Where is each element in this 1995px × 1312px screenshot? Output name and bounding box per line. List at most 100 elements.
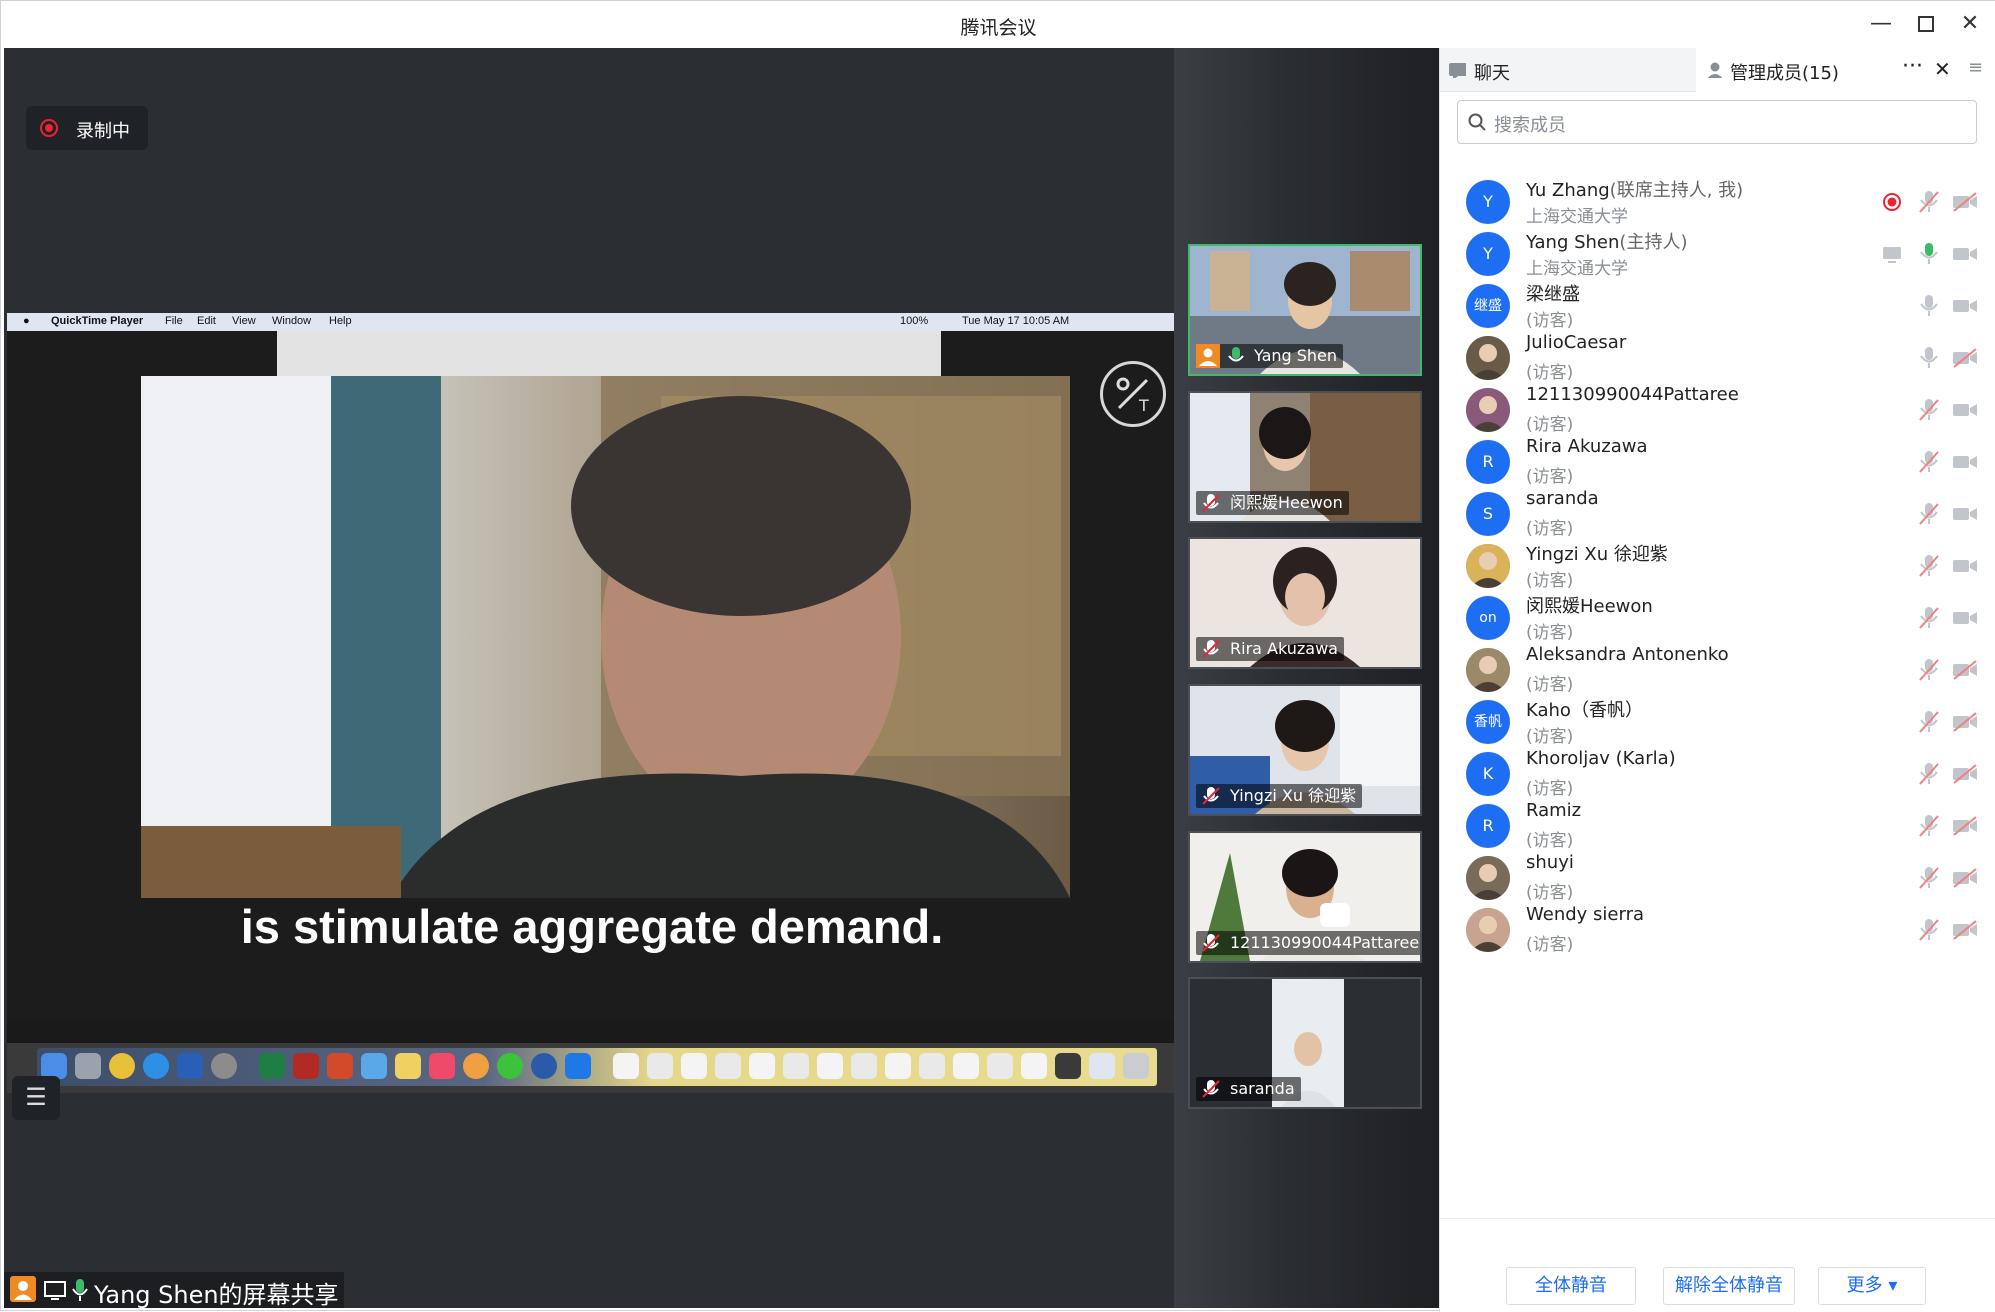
chrome-icon[interactable] bbox=[109, 1053, 135, 1079]
wechat-icon[interactable] bbox=[497, 1053, 523, 1079]
video-tile-pattaree[interactable]: 121130990044Pattaree bbox=[1188, 831, 1422, 963]
panel-footer: 全体静音 解除全体静音 更多 ▾ bbox=[1440, 1218, 1995, 1312]
document-thumbnail-icon[interactable] bbox=[749, 1053, 775, 1079]
camera-icon[interactable] bbox=[1952, 400, 1978, 420]
document-thumbnail-icon[interactable] bbox=[1055, 1053, 1081, 1079]
panel-menu-icon[interactable]: ≡ bbox=[1968, 57, 1983, 78]
more-button[interactable]: 更多 ▾ bbox=[1818, 1267, 1926, 1305]
participant-gallery: Yang Shen 闵熙媛Heewon Rira Akuzawa Yingzi … bbox=[1174, 48, 1439, 1308]
fullscreen-toggle-icon[interactable]: T bbox=[1100, 361, 1166, 427]
tencent-meeting-dock-icon[interactable] bbox=[565, 1053, 591, 1079]
mic-muted-icon[interactable] bbox=[1918, 658, 1940, 682]
document-thumbnail-icon[interactable] bbox=[885, 1053, 911, 1079]
document-thumbnail-icon[interactable] bbox=[681, 1053, 707, 1079]
safari-icon[interactable] bbox=[143, 1053, 169, 1079]
trash-icon[interactable] bbox=[1123, 1053, 1149, 1079]
mic-muted-icon[interactable] bbox=[1918, 814, 1940, 838]
document-thumbnail-icon[interactable] bbox=[647, 1053, 673, 1079]
downloads-icon[interactable] bbox=[1089, 1053, 1115, 1079]
excel-icon[interactable] bbox=[259, 1053, 285, 1079]
member-avatar: R bbox=[1466, 440, 1510, 484]
video-tile-rira-akuzawa[interactable]: Rira Akuzawa bbox=[1188, 537, 1422, 669]
document-thumbnail-icon[interactable] bbox=[613, 1053, 639, 1079]
minimize-icon[interactable]: — bbox=[1868, 11, 1894, 37]
mic-muted-icon[interactable] bbox=[1918, 554, 1940, 578]
mic-muted-icon[interactable] bbox=[1918, 502, 1940, 526]
member-name-text: Yu Zhang bbox=[1526, 180, 1610, 201]
tile-name-label: 闵熙媛Heewon bbox=[1196, 491, 1349, 515]
close-icon[interactable]: ✕ bbox=[1957, 11, 1983, 37]
meeting-app-icon[interactable] bbox=[361, 1053, 387, 1079]
video-tile-saranda[interactable]: saranda bbox=[1188, 977, 1422, 1109]
document-thumbnail-icon[interactable] bbox=[783, 1053, 809, 1079]
document-thumbnail-icon[interactable] bbox=[953, 1053, 979, 1079]
word-icon[interactable] bbox=[177, 1053, 203, 1079]
tile-name: Rira Akuzawa bbox=[1230, 639, 1338, 658]
more-options-icon[interactable]: ··· bbox=[1902, 54, 1923, 79]
recording-indicator[interactable]: 录制中 bbox=[26, 106, 148, 150]
tab-chat[interactable]: 聊天 bbox=[1440, 48, 1696, 92]
member-name-text: Kaho（香帆） bbox=[1526, 700, 1643, 721]
document-thumbnail-icon[interactable] bbox=[1021, 1053, 1047, 1079]
member-avatar bbox=[1466, 856, 1510, 900]
camera-off-icon[interactable] bbox=[1952, 816, 1978, 836]
photos-icon[interactable] bbox=[463, 1053, 489, 1079]
document-thumbnail-icon[interactable] bbox=[817, 1053, 843, 1079]
mic-muted-icon[interactable] bbox=[1918, 190, 1940, 214]
member-avatar: K bbox=[1466, 752, 1510, 796]
member-row[interactable]: Wendy sierra (访客) bbox=[1440, 898, 1995, 964]
tab-members[interactable]: 管理成员(15) ··· ✕ ≡ bbox=[1696, 48, 1995, 92]
document-thumbnail-icon[interactable] bbox=[715, 1053, 741, 1079]
powerpoint-icon[interactable] bbox=[327, 1053, 353, 1079]
camera-icon[interactable] bbox=[1952, 504, 1978, 524]
microphone-icon[interactable] bbox=[1918, 346, 1940, 370]
member-avatar bbox=[1466, 388, 1510, 432]
microphone-icon[interactable] bbox=[1918, 294, 1940, 318]
camera-off-icon[interactable] bbox=[1952, 348, 1978, 368]
quicktime-titlebar bbox=[277, 331, 941, 376]
camera-icon[interactable] bbox=[1952, 452, 1978, 472]
microphone-icon[interactable] bbox=[1918, 242, 1940, 266]
camera-off-icon[interactable] bbox=[1952, 764, 1978, 784]
search-icon bbox=[1468, 113, 1486, 131]
document-thumbnail-icon[interactable] bbox=[987, 1053, 1013, 1079]
mic-muted-icon[interactable] bbox=[1918, 918, 1940, 942]
mic-muted-icon[interactable] bbox=[1918, 710, 1940, 734]
close-panel-icon[interactable]: ✕ bbox=[1934, 57, 1951, 81]
camera-icon[interactable] bbox=[1952, 244, 1978, 264]
video-tile-yang-shen[interactable]: Yang Shen bbox=[1188, 244, 1422, 376]
mic-muted-icon[interactable] bbox=[1918, 606, 1940, 630]
video-tile-heewon[interactable]: 闵熙媛Heewon bbox=[1188, 391, 1422, 523]
camera-off-icon[interactable] bbox=[1952, 192, 1978, 212]
mic-muted-icon[interactable] bbox=[1918, 762, 1940, 786]
acrobat-icon[interactable] bbox=[293, 1053, 319, 1079]
member-avatar: S bbox=[1466, 492, 1510, 536]
camera-off-icon[interactable] bbox=[1952, 712, 1978, 732]
member-name: Yingzi Xu 徐迎紫 bbox=[1526, 540, 1668, 566]
music-icon[interactable] bbox=[429, 1053, 455, 1079]
mic-muted-icon[interactable] bbox=[1918, 398, 1940, 422]
member-search-input[interactable]: 搜索成员 bbox=[1457, 100, 1977, 144]
launchpad-icon[interactable] bbox=[75, 1053, 101, 1079]
unmute-all-button[interactable]: 解除全体静音 bbox=[1663, 1267, 1795, 1305]
camera-icon[interactable] bbox=[1952, 556, 1978, 576]
microphone-icon bbox=[72, 1278, 88, 1302]
browser-icon[interactable] bbox=[531, 1053, 557, 1079]
camera-off-icon[interactable] bbox=[1952, 660, 1978, 680]
settings-icon[interactable] bbox=[211, 1053, 237, 1079]
camera-icon[interactable] bbox=[1952, 608, 1978, 628]
tile-name-label: Rira Akuzawa bbox=[1196, 637, 1344, 661]
camera-icon[interactable] bbox=[1952, 296, 1978, 316]
document-thumbnail-icon[interactable] bbox=[919, 1053, 945, 1079]
camera-off-icon[interactable] bbox=[1952, 920, 1978, 940]
mic-muted-icon[interactable] bbox=[1918, 866, 1940, 890]
mic-muted-icon[interactable] bbox=[1918, 450, 1940, 474]
stickies-icon[interactable] bbox=[395, 1053, 421, 1079]
list-menu-icon[interactable]: ☰ bbox=[12, 1076, 60, 1120]
mute-all-button[interactable]: 全体静音 bbox=[1506, 1267, 1636, 1305]
camera-off-icon[interactable] bbox=[1952, 868, 1978, 888]
member-name-text: Wendy sierra bbox=[1526, 904, 1644, 925]
maximize-icon[interactable] bbox=[1913, 11, 1939, 37]
document-thumbnail-icon[interactable] bbox=[851, 1053, 877, 1079]
video-tile-yingzi-xu[interactable]: Yingzi Xu 徐迎紫 bbox=[1188, 684, 1422, 816]
